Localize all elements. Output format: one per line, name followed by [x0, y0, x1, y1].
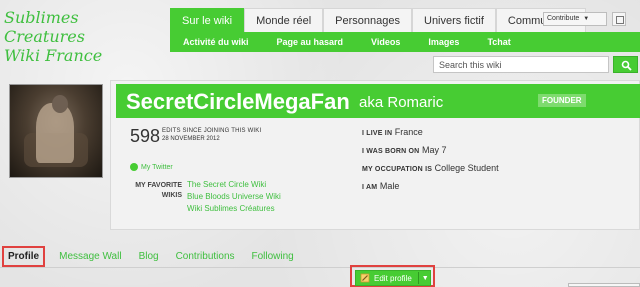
- pencil-icon: [360, 273, 370, 283]
- nav-tab-sur-le-wiki[interactable]: Sur le wiki: [170, 8, 245, 32]
- search-icon: [621, 60, 632, 71]
- nav-tab-univers-fictif[interactable]: Univers fictif: [412, 8, 496, 32]
- contribute-label: Contribute: [547, 15, 580, 22]
- favorite-wiki-link[interactable]: The Secret Circle Wiki: [187, 180, 281, 192]
- aka-label: aka: [359, 94, 384, 111]
- page-options-icon[interactable]: [612, 12, 626, 26]
- detail-row: I LIVE IN France: [362, 127, 423, 137]
- search-button[interactable]: [613, 56, 638, 73]
- joined-date: 28 NOVEMBER 2012: [162, 136, 220, 142]
- twitter-label: My Twitter: [141, 163, 173, 171]
- profile-aka: aka Romaric: [359, 94, 443, 111]
- tab-message-wall[interactable]: Message Wall: [59, 251, 121, 262]
- founder-badge: FOUNDER: [538, 94, 586, 107]
- subnav-item-page-au-hasard[interactable]: Page au hasard: [263, 37, 358, 47]
- subnav-item-images[interactable]: Images: [414, 37, 473, 47]
- subnav-item-tchat[interactable]: Tchat: [473, 37, 524, 47]
- subnav-item-videos[interactable]: Videos: [357, 37, 414, 47]
- tab-blog[interactable]: Blog: [139, 251, 159, 262]
- sidebar-box: [568, 283, 640, 287]
- edit-count-label: EDITS SINCE JOINING THIS WIKI: [162, 128, 262, 134]
- contribute-button[interactable]: Contribute ▼: [543, 12, 607, 26]
- avatar[interactable]: [9, 84, 103, 178]
- tab-profile[interactable]: Profile: [2, 246, 46, 267]
- favorite-wikis-label: MY FAVORITE WIKIS: [135, 182, 182, 199]
- nav-tab-monde-reel[interactable]: Monde réel: [244, 8, 324, 32]
- edit-count: 598: [130, 126, 161, 146]
- logo-line-2: Wiki France: [4, 46, 103, 65]
- subnav-item-activite[interactable]: Activité du wiki: [170, 37, 263, 47]
- global-nav: Sur le wiki Monde réel Personnages Unive…: [170, 8, 586, 32]
- twitter-link[interactable]: My Twitter: [130, 163, 173, 171]
- tab-following[interactable]: Following: [252, 251, 294, 262]
- wiki-logo[interactable]: Sublimes Creatures Wiki France: [4, 8, 164, 65]
- favorite-wikis-list: The Secret Circle Wiki Blue Bloods Unive…: [187, 180, 281, 216]
- chevron-down-icon[interactable]: ▼: [422, 275, 429, 282]
- edit-profile-button[interactable]: Edit profile ▼: [355, 270, 431, 286]
- favorite-wiki-link[interactable]: Wiki Sublimes Créatures: [187, 204, 281, 216]
- profile-tabs: Profile Message Wall Blog Contributions …: [2, 246, 311, 267]
- profile-details: I LIVE IN France I WAS BORN ON May 7 MY …: [362, 127, 499, 199]
- detail-row: I WAS BORN ON May 7: [362, 145, 447, 155]
- favorite-wiki-link[interactable]: Blue Bloods Universe Wiki: [187, 192, 281, 204]
- sub-nav: Activité du wiki Page au hasard Videos I…: [170, 32, 640, 52]
- chevron-down-icon: ▼: [583, 16, 590, 22]
- profile-username: SecretCircleMegaFan: [126, 89, 350, 114]
- edit-profile-label: Edit profile: [374, 273, 412, 283]
- search-input[interactable]: [433, 56, 609, 73]
- profile-name-bar: SecretCircleMegaFan aka Romaric FOUNDER: [116, 84, 640, 118]
- detail-row: I AM Male: [362, 181, 400, 191]
- nav-tab-personnages[interactable]: Personnages: [323, 8, 412, 32]
- logo-line-1: Sublimes Creatures: [4, 8, 85, 46]
- real-name: Romaric: [387, 94, 444, 111]
- twitter-icon: [130, 163, 138, 171]
- tab-contributions[interactable]: Contributions: [176, 251, 235, 262]
- tab-divider: [0, 267, 640, 268]
- detail-row: MY OCCUPATION IS College Student: [362, 163, 499, 173]
